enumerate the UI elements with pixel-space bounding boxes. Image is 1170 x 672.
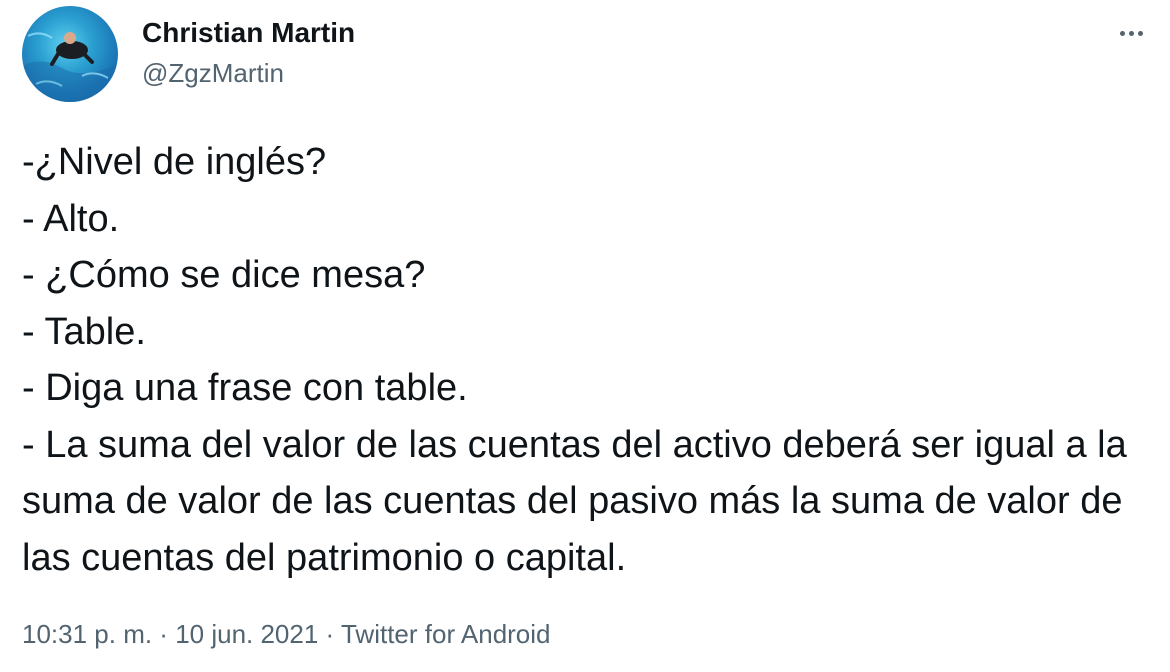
tweet-text: -¿Nivel de inglés? - Alto. - ¿Cómo se di… xyxy=(22,141,1127,579)
more-button[interactable] xyxy=(1114,16,1148,50)
tweet-source[interactable]: Twitter for Android xyxy=(341,619,551,649)
tweet-time[interactable]: 10:31 p. m. xyxy=(22,619,152,649)
tweet-date[interactable]: 10 jun. 2021 xyxy=(175,619,318,649)
user-handle[interactable]: @ZgzMartin xyxy=(142,54,355,92)
meta-separator: · xyxy=(318,619,341,649)
meta-separator: · xyxy=(152,619,176,649)
avatar[interactable] xyxy=(22,6,118,102)
user-block[interactable]: Christian Martin @ZgzMartin xyxy=(142,14,355,92)
more-horizontal-icon xyxy=(1118,30,1145,36)
display-name[interactable]: Christian Martin xyxy=(142,14,355,52)
avatar-photo xyxy=(22,32,118,102)
tweet-card: Christian Martin @ZgzMartin -¿Nivel de i… xyxy=(0,0,1170,672)
tweet-meta: 10:31 p. m. · 10 jun. 2021 · Twitter for… xyxy=(22,616,551,652)
